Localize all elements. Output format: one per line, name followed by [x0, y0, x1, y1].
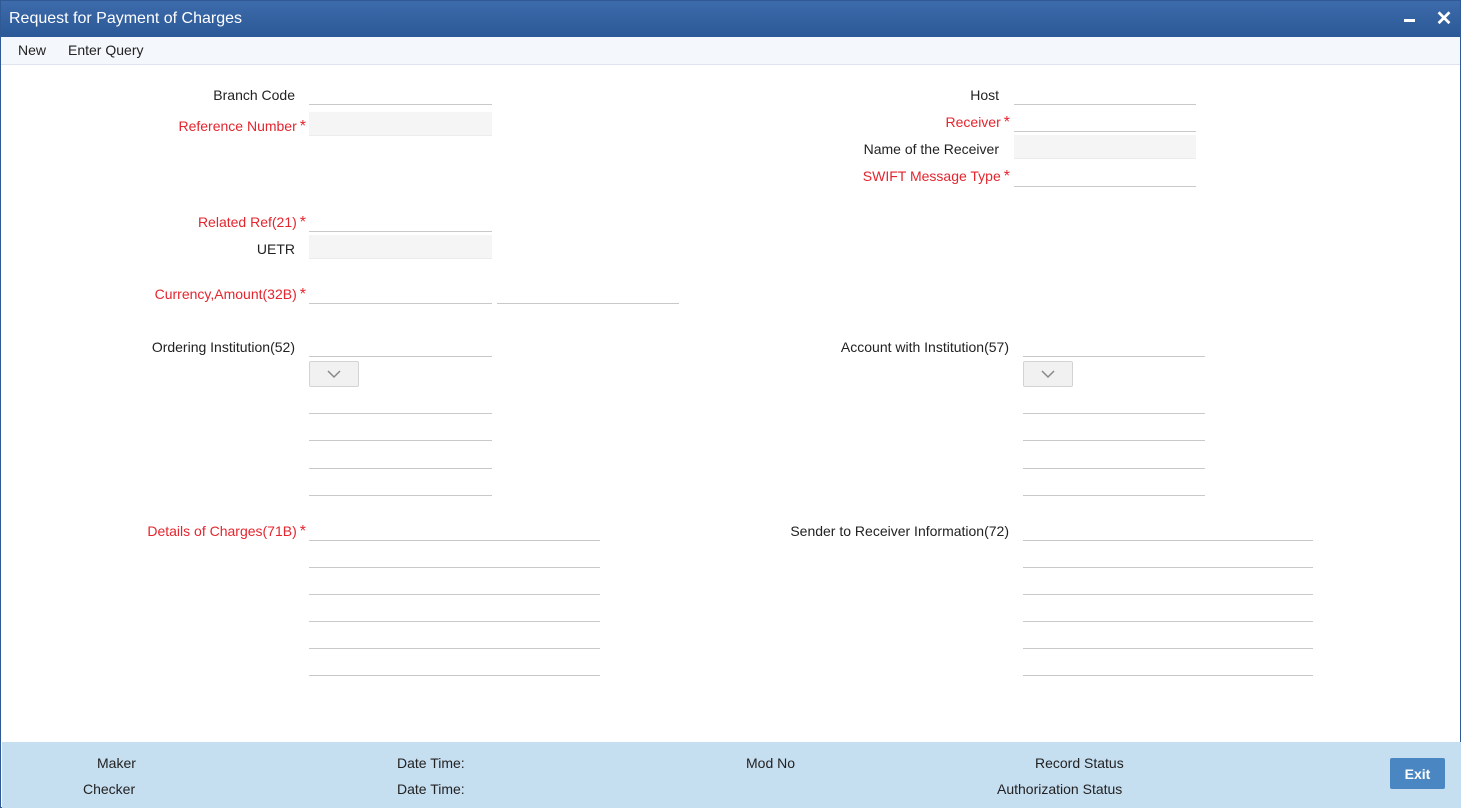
related-ref-input[interactable] — [309, 208, 492, 232]
required-marker: * — [299, 118, 306, 135]
mod-no-label: Mod No — [746, 755, 796, 771]
sender-to-receiver-line-6[interactable] — [1023, 652, 1313, 676]
required-marker: * — [1003, 114, 1010, 131]
account-with-institution-line-1[interactable] — [1023, 390, 1205, 414]
currency-input[interactable] — [309, 280, 492, 304]
amount-input[interactable] — [497, 280, 679, 304]
related-ref-label: Related Ref(21) * — [197, 214, 306, 231]
close-icon[interactable]: ✕ — [1433, 8, 1455, 30]
receiver-name-label: Name of the Receiver — [863, 141, 999, 157]
sender-to-receiver-label: Sender to Receiver Information(72) — [790, 523, 1009, 539]
exit-button[interactable]: Exit — [1390, 758, 1445, 789]
chevron-down-icon — [327, 370, 341, 379]
receiver-label: Receiver * — [945, 114, 1010, 131]
sender-to-receiver-line-4[interactable] — [1023, 598, 1313, 622]
sender-to-receiver-line-2[interactable] — [1023, 544, 1313, 568]
account-with-institution-input[interactable] — [1023, 333, 1205, 357]
minimize-icon[interactable] — [1399, 9, 1421, 29]
account-with-institution-line-4[interactable] — [1023, 472, 1205, 496]
account-with-institution-option-select[interactable] — [1023, 361, 1073, 387]
ordering-institution-line-2[interactable] — [309, 417, 492, 441]
window-title: Request for Payment of Charges — [9, 10, 243, 27]
enter-query-menu-item[interactable]: Enter Query — [68, 42, 143, 58]
branch-code-label: Branch Code — [213, 87, 295, 103]
receiver-input[interactable] — [1014, 108, 1196, 132]
details-of-charges-line-2[interactable] — [309, 544, 600, 568]
record-status-label: Record Status — [1035, 755, 1124, 771]
checker-date-time-label: Date Time: — [397, 781, 465, 797]
details-of-charges-label: Details of Charges(71B) * — [147, 523, 306, 540]
branch-code-input[interactable] — [309, 81, 492, 105]
title-bar: Request for Payment of Charges ✕ — [1, 1, 1460, 37]
ordering-institution-label: Ordering Institution(52) — [151, 339, 295, 355]
menu-bar: New Enter Query — [1, 37, 1460, 65]
details-of-charges-line-4[interactable] — [309, 598, 600, 622]
account-with-institution-line-2[interactable] — [1023, 417, 1205, 441]
required-marker: * — [299, 214, 306, 231]
uetr-input[interactable] — [309, 235, 492, 259]
ordering-institution-line-1[interactable] — [309, 390, 492, 414]
receiver-name-input[interactable] — [1014, 135, 1196, 159]
swift-message-type-input[interactable] — [1014, 163, 1196, 187]
required-marker: * — [1003, 168, 1010, 185]
sender-to-receiver-line-5[interactable] — [1023, 625, 1313, 649]
details-of-charges-line-6[interactable] — [309, 652, 600, 676]
required-marker: * — [299, 286, 306, 303]
maker-label: Maker — [97, 755, 136, 771]
sender-to-receiver-line-3[interactable] — [1023, 571, 1313, 595]
chevron-down-icon — [1041, 370, 1055, 379]
host-label: Host — [970, 87, 999, 103]
account-with-institution-label: Account with Institution(57) — [840, 339, 1009, 355]
host-input[interactable] — [1014, 81, 1196, 105]
uetr-label: UETR — [256, 241, 295, 257]
details-of-charges-line-5[interactable] — [309, 625, 600, 649]
ordering-institution-line-4[interactable] — [309, 472, 492, 496]
sender-to-receiver-line-1[interactable] — [1023, 517, 1313, 541]
audit-footer: Maker Checker Date Time: Date Time: Mod … — [2, 742, 1461, 808]
currency-amount-label: Currency,Amount(32B) * — [154, 286, 306, 303]
required-marker: * — [299, 523, 306, 540]
checker-label: Checker — [83, 781, 136, 797]
reference-number-label: Reference Number * — [178, 118, 306, 135]
account-with-institution-line-3[interactable] — [1023, 445, 1205, 469]
charges-payment-window: Request for Payment of Charges ✕ New Ent… — [0, 0, 1461, 808]
reference-number-input[interactable] — [309, 112, 492, 136]
details-of-charges-line-1[interactable] — [309, 517, 600, 541]
ordering-institution-option-select[interactable] — [309, 361, 359, 387]
maker-date-time-label: Date Time: — [397, 755, 465, 771]
authorization-status-label: Authorization Status — [997, 781, 1123, 797]
details-of-charges-line-3[interactable] — [309, 571, 600, 595]
new-menu-item[interactable]: New — [18, 42, 46, 58]
ordering-institution-input[interactable] — [309, 333, 492, 357]
swift-message-type-label: SWIFT Message Type * — [862, 168, 1010, 185]
ordering-institution-line-3[interactable] — [309, 445, 492, 469]
